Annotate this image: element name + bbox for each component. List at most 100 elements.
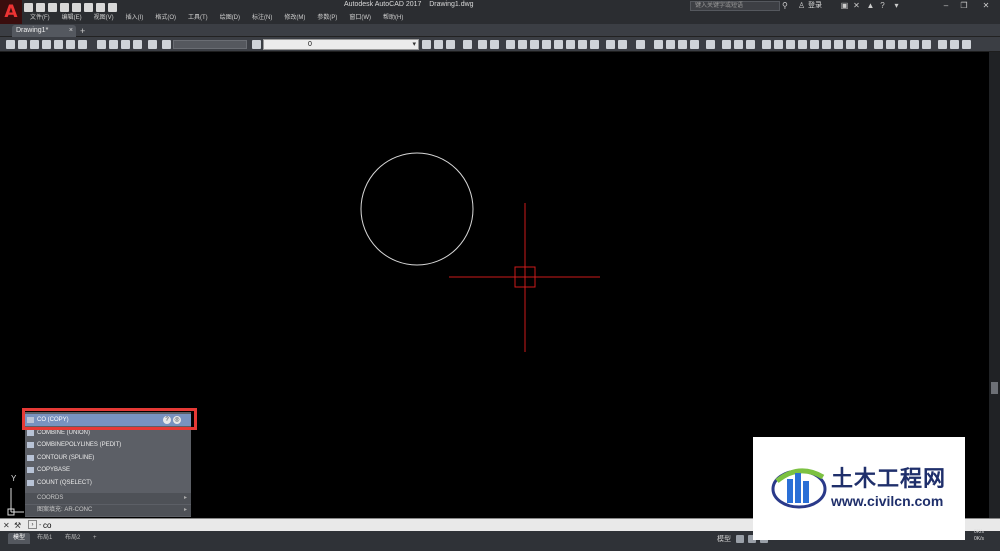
toolbar-icon-50[interactable] (898, 40, 907, 49)
user-icon[interactable]: ♙ (798, 1, 806, 11)
scrollbar-thumb[interactable] (991, 382, 998, 394)
vertical-scrollbar[interactable] (989, 52, 1000, 518)
toolbar-icon-32[interactable] (666, 40, 675, 49)
toolbar-icon-37[interactable] (734, 40, 743, 49)
toolbar-icon-43[interactable] (810, 40, 819, 49)
toolbar-icon-12[interactable] (148, 40, 157, 49)
chevron-down-icon[interactable]: ▾ (412, 40, 416, 49)
recent-commands-icon[interactable]: › (28, 520, 37, 529)
toolbar-icon-26[interactable] (578, 40, 587, 49)
toolbar-icon-41[interactable] (786, 40, 795, 49)
toolbar-icon-39[interactable] (762, 40, 771, 49)
tab-model[interactable]: 模型 (8, 533, 31, 544)
layer-dropdown[interactable]: 0 ▾ (263, 39, 419, 50)
save-icon[interactable] (48, 2, 57, 12)
autocomplete-section-hatch[interactable]: 图案填充: AR-CONC ▸ (25, 505, 191, 516)
toolbar-icon-2[interactable] (18, 40, 27, 49)
autocomplete-item-contour[interactable]: CONTOUR (SPLINE) (25, 452, 191, 464)
cart-icon[interactable]: ▣ (840, 1, 849, 10)
autocomplete-section-coords[interactable]: COORDS ▸ (25, 493, 191, 504)
toolbar-icon-25[interactable] (566, 40, 575, 49)
toolbar-icon-14[interactable] (422, 40, 431, 49)
toolbar-icon-35[interactable] (706, 40, 715, 49)
toolbar-icon-49[interactable] (886, 40, 895, 49)
toolbar-icon-23[interactable] (542, 40, 551, 49)
tab-layout1[interactable]: 布局1 (32, 533, 57, 544)
menu-insert[interactable]: 插入(I) (120, 13, 150, 23)
autocomplete-item-combinepolylines[interactable]: COMBINEPOLYLINES (PEDIT) (25, 439, 191, 451)
toolbar-icon-21[interactable] (518, 40, 527, 49)
search-icon[interactable]: ⚲ (782, 1, 792, 11)
login-button[interactable]: 登录 (808, 1, 822, 11)
circle-entity[interactable] (360, 152, 474, 266)
toolbar-icon-54[interactable] (950, 40, 959, 49)
autocad-logo-icon[interactable]: A (0, 0, 22, 24)
save-as-icon[interactable] (60, 2, 69, 12)
print-icon[interactable] (84, 2, 93, 12)
menu-parametric[interactable]: 参数(P) (311, 13, 343, 23)
menu-draw[interactable]: 绘图(D) (214, 13, 246, 23)
toolbar-icon-33[interactable] (678, 40, 687, 49)
toolbar-icon-24[interactable] (554, 40, 563, 49)
toolbar-icon-48[interactable] (874, 40, 883, 49)
restore-icon[interactable]: ❐ (954, 0, 974, 11)
exchange-icon[interactable]: ✕ (852, 1, 861, 10)
toolbar-icon-30[interactable] (636, 40, 645, 49)
menu-edit[interactable]: 编辑(E) (56, 13, 88, 23)
toolbar-icon-13[interactable] (162, 40, 171, 49)
toolbar-icon-3[interactable] (30, 40, 39, 49)
redo-icon[interactable] (108, 2, 117, 12)
toolbar-icon-34[interactable] (690, 40, 699, 49)
autodesk-account-icon[interactable]: ▲ (866, 1, 875, 10)
menu-dimension[interactable]: 标注(N) (246, 13, 278, 23)
menu-tools[interactable]: 工具(T) (182, 13, 214, 23)
toolbar-icon-46[interactable] (846, 40, 855, 49)
menu-format[interactable]: 格式(O) (149, 13, 182, 23)
toolbar-icon-6[interactable] (66, 40, 75, 49)
toolbar-icon-8[interactable] (97, 40, 106, 49)
toolbar-icon-20[interactable] (506, 40, 515, 49)
toolbar-icon-1[interactable] (6, 40, 15, 49)
autocomplete-item-count[interactable]: COUNT (QSELECT) (25, 477, 191, 489)
toolbar-icon-17[interactable] (463, 40, 472, 49)
toolbar-icon-15[interactable] (434, 40, 443, 49)
close-window-icon[interactable]: ✕ (976, 0, 996, 11)
toolbar-icon-9[interactable] (109, 40, 118, 49)
open-file-icon[interactable] (36, 2, 45, 12)
new-file-icon[interactable] (24, 2, 33, 12)
toolbar-icon-19[interactable] (490, 40, 499, 49)
toolbar-icon-18[interactable] (478, 40, 487, 49)
toolbar-icon-11[interactable] (133, 40, 142, 49)
new-tab-button[interactable]: + (80, 25, 85, 37)
toolbar-icon-47[interactable] (858, 40, 867, 49)
toolbar-icon-45[interactable] (834, 40, 843, 49)
toolbar-icon-36[interactable] (722, 40, 731, 49)
cloud-save-icon[interactable] (72, 2, 81, 12)
menu-modify[interactable]: 修改(M) (278, 13, 311, 23)
help-icon[interactable]: ? (878, 1, 887, 10)
toolbar-icon-28[interactable] (606, 40, 615, 49)
toolbar-icon-16[interactable] (446, 40, 455, 49)
model-space-label[interactable]: 模型 (717, 534, 731, 544)
toolbar-icon-38[interactable] (746, 40, 755, 49)
tab-close-icon[interactable]: × (69, 25, 73, 37)
toolbar-icon-5[interactable] (54, 40, 63, 49)
menu-window[interactable]: 窗口(W) (343, 13, 377, 23)
toolbar-icon-53[interactable] (938, 40, 947, 49)
toolbar-icon-55[interactable] (962, 40, 971, 49)
layer-properties-icon[interactable] (252, 40, 261, 49)
menu-help[interactable]: 帮助(H) (377, 13, 409, 23)
autocomplete-item-copybase[interactable]: COPYBASE (25, 464, 191, 476)
toolbar-icon-27[interactable] (590, 40, 599, 49)
minimize-ribbon-icon[interactable]: ▾ (892, 1, 901, 10)
toolbar-icon-31[interactable] (654, 40, 663, 49)
add-layout-button[interactable]: + (88, 533, 102, 544)
toolbar-icon-40[interactable] (774, 40, 783, 49)
toolbar-icon-22[interactable] (530, 40, 539, 49)
toolbar-icon-4[interactable] (42, 40, 51, 49)
search-input[interactable]: 键入关键字或短语 (690, 1, 780, 11)
grid-icon[interactable] (736, 535, 744, 543)
toolbar-icon-7[interactable] (78, 40, 87, 49)
toolbar-icon-52[interactable] (922, 40, 931, 49)
minimize-icon[interactable]: – (936, 0, 956, 11)
